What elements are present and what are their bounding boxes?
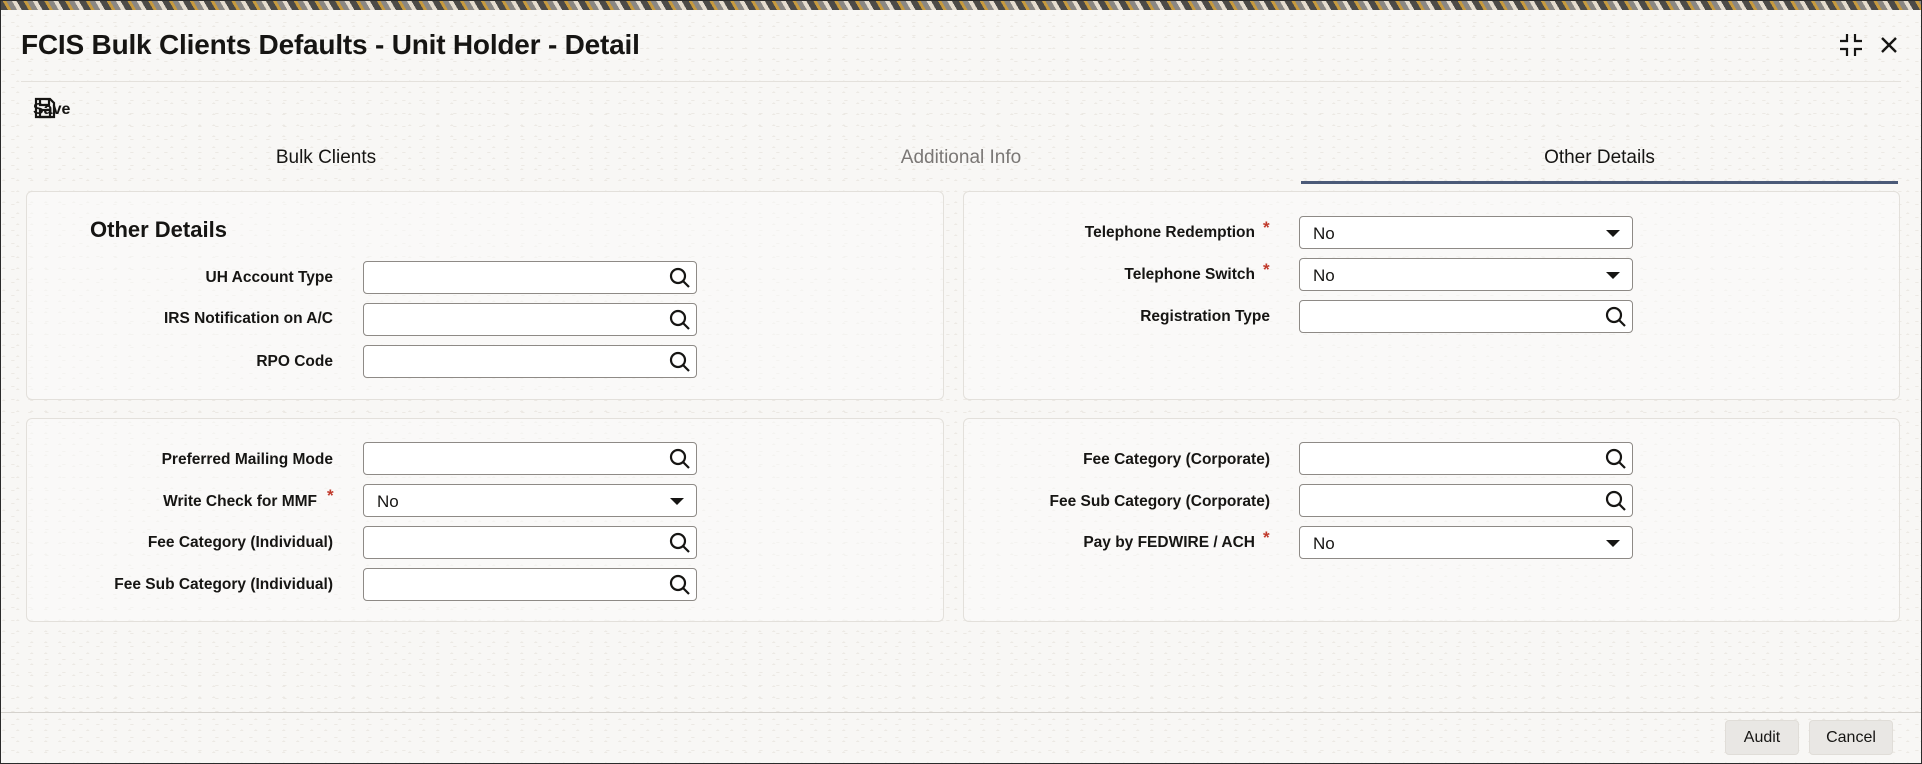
uh-account-type-input[interactable] bbox=[363, 261, 697, 294]
write-check-mmf-label: Write Check for MMF bbox=[163, 493, 317, 510]
save-label: Save bbox=[33, 101, 71, 118]
rpo-code-label: RPO Code bbox=[256, 353, 333, 370]
telephone-switch-label: Telephone Switch bbox=[1124, 266, 1255, 283]
pay-by-fedwire-select[interactable]: No bbox=[1299, 526, 1633, 559]
registration-type-label: Registration Type bbox=[1140, 308, 1270, 325]
search-icon[interactable] bbox=[669, 448, 691, 470]
chevron-down-icon bbox=[1606, 230, 1620, 237]
fee-category-individual-input[interactable] bbox=[363, 526, 697, 559]
fee-sub-category-corporate-label: Fee Sub Category (Corporate) bbox=[1049, 493, 1270, 510]
uh-account-type-label: UH Account Type bbox=[205, 269, 333, 286]
telephone-redemption-select[interactable]: No bbox=[1299, 216, 1633, 249]
search-icon[interactable] bbox=[1605, 490, 1627, 512]
section-title: Other Details bbox=[90, 217, 227, 242]
fee-sub-category-individual-input[interactable] bbox=[363, 568, 697, 601]
close-icon[interactable] bbox=[1875, 31, 1903, 59]
pay-by-fedwire-label: Pay by FEDWIRE / ACH bbox=[1083, 534, 1255, 551]
cancel-button[interactable]: Cancel bbox=[1809, 720, 1893, 755]
write-check-mmf-select[interactable]: No bbox=[363, 484, 697, 517]
maximize-icon[interactable] bbox=[1837, 31, 1865, 59]
telephone-switch-select[interactable]: No bbox=[1299, 258, 1633, 291]
rpo-code-input[interactable] bbox=[363, 345, 697, 378]
window-title: FCIS Bulk Clients Defaults - Unit Holder… bbox=[21, 29, 640, 60]
header-divider bbox=[21, 81, 1901, 82]
audit-button[interactable]: Audit bbox=[1725, 720, 1799, 755]
fee-sub-category-corporate-input[interactable] bbox=[1299, 484, 1633, 517]
fee-sub-category-individual-label: Fee Sub Category (Individual) bbox=[114, 576, 333, 593]
chevron-down-icon bbox=[1606, 540, 1620, 547]
footer-divider bbox=[1, 712, 1921, 713]
save-button[interactable]: Save bbox=[33, 95, 70, 125]
required-marker: * bbox=[1263, 260, 1270, 279]
search-icon[interactable] bbox=[1605, 306, 1627, 328]
registration-type-input[interactable] bbox=[1299, 300, 1633, 333]
search-icon[interactable] bbox=[669, 309, 691, 331]
search-icon[interactable] bbox=[669, 351, 691, 373]
fee-category-corporate-input[interactable] bbox=[1299, 442, 1633, 475]
preferred-mailing-mode-label: Preferred Mailing Mode bbox=[161, 451, 333, 468]
search-icon[interactable] bbox=[669, 267, 691, 289]
top-decorative-strip bbox=[1, 1, 1921, 10]
search-icon[interactable] bbox=[669, 532, 691, 554]
preferred-mailing-mode-input[interactable] bbox=[363, 442, 697, 475]
fee-category-corporate-label: Fee Category (Corporate) bbox=[1083, 451, 1270, 468]
tab-other-details[interactable]: Other Details bbox=[1301, 147, 1898, 184]
chevron-down-icon bbox=[670, 498, 684, 505]
irs-notification-label: IRS Notification on A/C bbox=[163, 310, 333, 327]
chevron-down-icon bbox=[1606, 272, 1620, 279]
required-marker: * bbox=[327, 486, 334, 505]
tab-additional-info[interactable]: Additional Info bbox=[816, 147, 1106, 181]
telephone-redemption-label: Telephone Redemption bbox=[1084, 224, 1255, 241]
irs-notification-input[interactable] bbox=[363, 303, 697, 336]
required-marker: * bbox=[1263, 528, 1270, 547]
required-marker: * bbox=[1263, 218, 1270, 237]
tab-bulk-clients[interactable]: Bulk Clients bbox=[181, 147, 471, 181]
fee-category-individual-label: Fee Category (Individual) bbox=[147, 534, 333, 551]
dialog-window: FCIS Bulk Clients Defaults - Unit Holder… bbox=[0, 0, 1922, 764]
search-icon[interactable] bbox=[669, 574, 691, 596]
search-icon[interactable] bbox=[1605, 448, 1627, 470]
